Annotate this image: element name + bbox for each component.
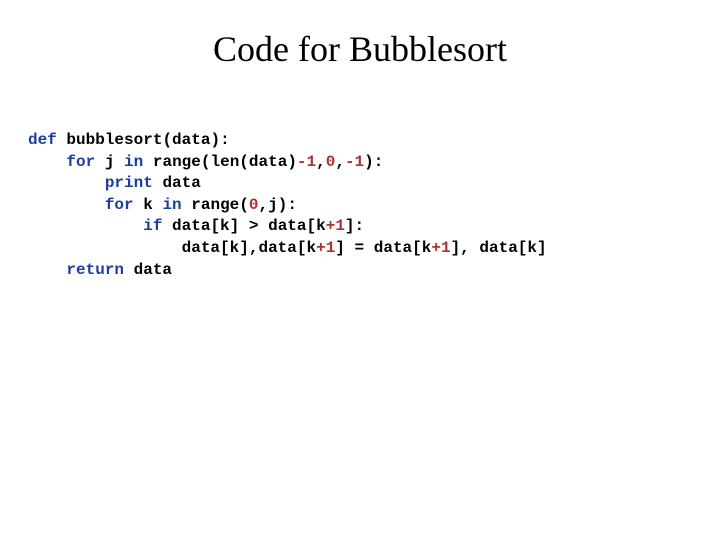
fn-range2: range — [191, 196, 239, 214]
id-data5: data — [268, 217, 306, 235]
kw-if: if — [143, 217, 162, 235]
num-p1c: +1 — [431, 239, 450, 257]
p-colon: : — [220, 131, 230, 149]
p-rb5: ] — [451, 239, 461, 257]
p-rparen2: ) — [287, 153, 297, 171]
p-lb2: [ — [307, 217, 317, 235]
id-k5: k — [306, 239, 316, 257]
id-k7: k — [527, 239, 537, 257]
kw-for2: for — [105, 196, 134, 214]
p-lb5: [ — [412, 239, 422, 257]
num-p1b: +1 — [316, 239, 335, 257]
id-k: k — [143, 196, 153, 214]
id-data4: data — [172, 217, 210, 235]
p-comma2: , — [335, 153, 345, 171]
id-data3: data — [162, 174, 200, 192]
p-lparen: ( — [162, 131, 172, 149]
kw-return: return — [66, 261, 124, 279]
p-comma: , — [316, 153, 326, 171]
kw-def: def — [28, 131, 57, 149]
id-j2: j — [268, 196, 278, 214]
p-lb6: [ — [518, 239, 528, 257]
p-lparen4: ( — [239, 196, 249, 214]
p-colon4: : — [355, 217, 365, 235]
fn-name: bubblesort — [66, 131, 162, 149]
p-rparen4: ) — [278, 196, 288, 214]
id-data2: data — [249, 153, 287, 171]
id-data9: data — [479, 239, 517, 257]
p-lb: [ — [210, 217, 220, 235]
p-comma5: , — [460, 239, 470, 257]
p-rparen: ) — [210, 131, 220, 149]
num-0: 0 — [326, 153, 336, 171]
id-j: j — [105, 153, 115, 171]
p-lparen3: ( — [239, 153, 249, 171]
kw-in: in — [124, 153, 143, 171]
id-k6: k — [422, 239, 432, 257]
id-data8: data — [374, 239, 412, 257]
num-m1: -1 — [297, 153, 316, 171]
p-rb6: ] — [537, 239, 547, 257]
slide-title: Code for Bubblesort — [0, 28, 720, 70]
p-lb3: [ — [220, 239, 230, 257]
id-data: data — [172, 131, 210, 149]
p-rb3: ] — [239, 239, 249, 257]
num-0b: 0 — [249, 196, 259, 214]
p-comma3: , — [259, 196, 269, 214]
kw-for: for — [66, 153, 95, 171]
p-colon2: : — [374, 153, 384, 171]
fn-range: range — [153, 153, 201, 171]
id-data10: data — [134, 261, 172, 279]
id-data6: data — [182, 239, 220, 257]
id-k3: k — [316, 217, 326, 235]
kw-print: print — [105, 174, 153, 192]
num-p1: +1 — [326, 217, 345, 235]
p-rb2: ] — [345, 217, 355, 235]
slide: Code for Bubblesort def bubblesort(data)… — [0, 0, 720, 540]
id-k2: k — [220, 217, 230, 235]
p-rparen3: ) — [364, 153, 374, 171]
id-k4: k — [230, 239, 240, 257]
id-data7: data — [258, 239, 296, 257]
p-gt: > — [249, 217, 259, 235]
p-colon3: : — [287, 196, 297, 214]
kw-in2: in — [162, 196, 181, 214]
p-rb: ] — [230, 217, 240, 235]
p-rb4: ] — [335, 239, 345, 257]
p-eq: = — [355, 239, 365, 257]
num-m1b: -1 — [345, 153, 364, 171]
code-block: def bubblesort(data): for j in range(len… — [0, 130, 720, 281]
fn-len: len — [210, 153, 239, 171]
